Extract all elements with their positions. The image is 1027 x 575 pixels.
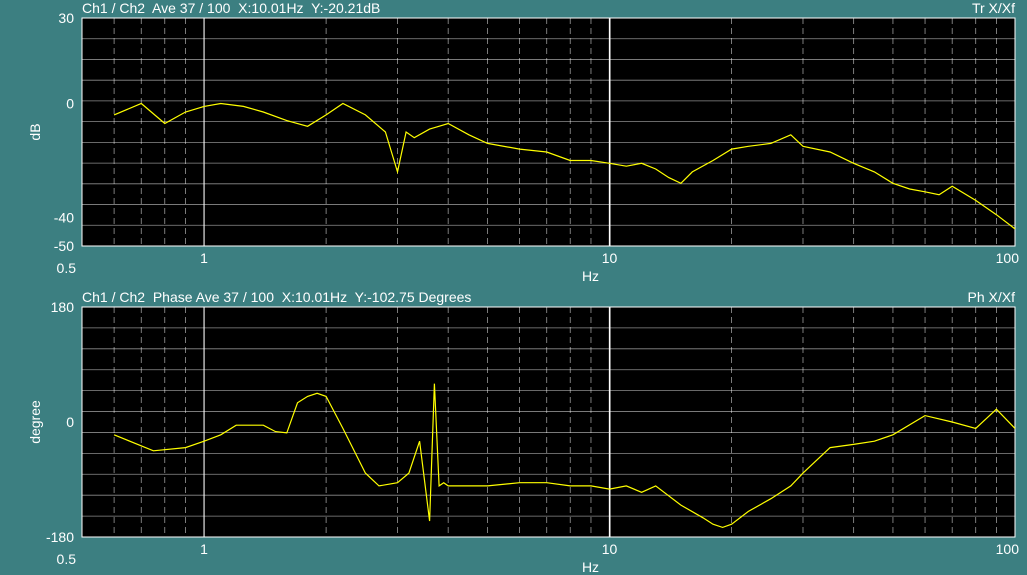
- y-tick-label: -180: [46, 529, 74, 545]
- x-tick-label: 0.5: [57, 260, 77, 276]
- x-tick-label: 10: [602, 250, 618, 266]
- magnitude-chart[interactable]: 30 0 -40 -50 0.5 1 10 100 Hz dB: [0, 0, 1027, 286]
- plot-area: [82, 307, 1015, 537]
- x-axis-label: Hz: [582, 268, 599, 284]
- y-tick-label: -40: [54, 210, 74, 226]
- y-tick-label: 0: [66, 414, 74, 430]
- phase-panel: Ch1 / Ch2 Phase Ave 37 / 100 X:10.01Hz Y…: [0, 289, 1027, 575]
- x-axis-label: Hz: [582, 559, 599, 575]
- x-tick-label: 10: [602, 541, 618, 557]
- plot-area: [82, 18, 1015, 246]
- y-tick-label: -50: [54, 238, 74, 254]
- x-tick-label: 0.5: [57, 551, 77, 567]
- y-tick-label: 180: [51, 299, 75, 315]
- y-axis-label: dB: [27, 123, 43, 140]
- y-axis-label: degree: [27, 400, 43, 444]
- x-tick-label: 1: [200, 541, 208, 557]
- x-tick-label: 100: [996, 250, 1020, 266]
- x-tick-label: 100: [996, 541, 1020, 557]
- x-tick-label: 1: [200, 250, 208, 266]
- phase-chart[interactable]: 180 0 -180 0.5 1 10 100 Hz degree: [0, 289, 1027, 575]
- y-tick-label: 30: [58, 10, 74, 26]
- magnitude-panel: Ch1 / Ch2 Ave 37 / 100 X:10.01Hz Y:-20.2…: [0, 0, 1027, 286]
- y-tick-label: 0: [66, 96, 74, 112]
